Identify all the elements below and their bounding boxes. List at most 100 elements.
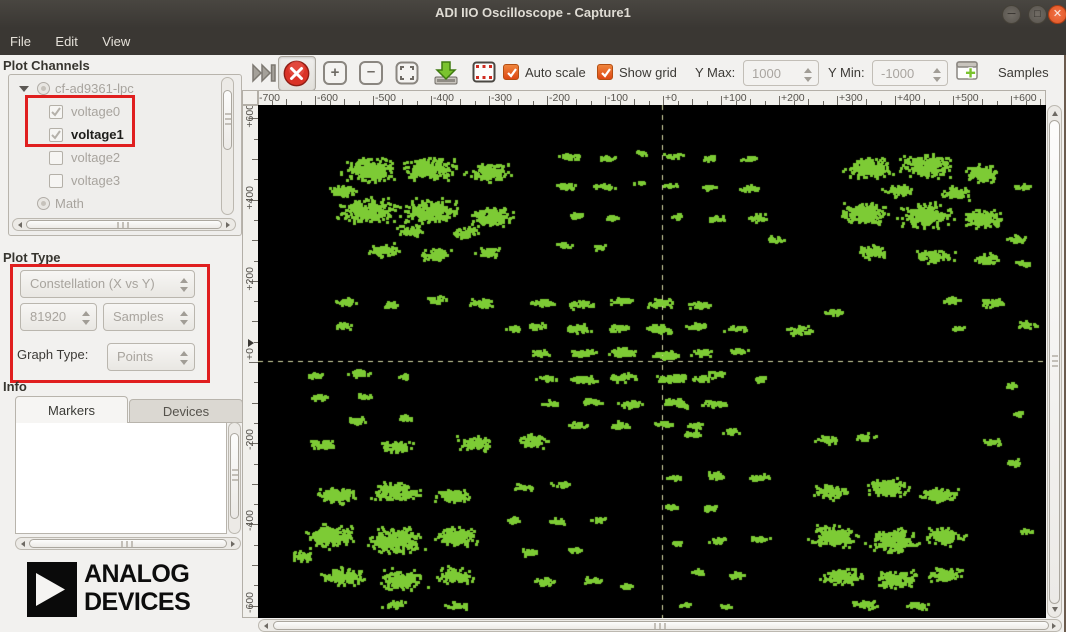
- info-vertical-scrollbar[interactable]: [228, 422, 241, 534]
- y-axis-tick-label: -600: [244, 592, 256, 613]
- scroll-left-icon[interactable]: [18, 222, 22, 228]
- scrollbar-grip: [225, 113, 231, 127]
- display-frame-icon[interactable]: [472, 61, 496, 83]
- x-axis-tick: [605, 96, 606, 105]
- y-max-value: 1000: [752, 66, 781, 81]
- tree-horizontal-scrollbar[interactable]: [12, 218, 236, 231]
- x-axis-tick-label: +200: [781, 92, 805, 104]
- auto-scale-checkbox[interactable]: [503, 64, 519, 80]
- menu-edit[interactable]: Edit: [45, 28, 87, 49]
- math-label: Math: [55, 196, 84, 211]
- plot-type-combo[interactable]: Constellation (X vs Y): [20, 270, 195, 298]
- y-min-spin[interactable]: -1000: [872, 60, 948, 86]
- constellation-plot[interactable]: [258, 105, 1046, 618]
- tree-vertical-scrollbar[interactable]: [221, 77, 234, 215]
- x-axis-tick: [373, 96, 374, 105]
- close-icon: ✕: [1053, 8, 1062, 20]
- y-axis-tick-label: -200: [244, 429, 256, 450]
- analog-devices-logo-mark: [27, 562, 77, 617]
- voltage2-checkbox[interactable]: [49, 151, 63, 165]
- voltage0-label: voltage0: [71, 104, 120, 119]
- sample-unit-combo[interactable]: Samples: [103, 303, 195, 331]
- menu-file[interactable]: File: [0, 28, 41, 49]
- app-window: ADI IIO Oscilloscope - Capture1 ─ □ ✕ Fi…: [0, 0, 1066, 632]
- tree-row-voltage2[interactable]: voltage2: [9, 146, 241, 169]
- x-axis-tick: [547, 96, 548, 105]
- combo-arrows-icon: [180, 276, 189, 294]
- tab-devices[interactable]: Devices: [129, 399, 243, 423]
- device-radio[interactable]: [37, 82, 50, 95]
- spin-arrows-icon: [82, 309, 91, 327]
- scroll-left-icon[interactable]: [264, 623, 268, 629]
- x-axis-tick-label: -400: [433, 92, 454, 104]
- scroll-left-icon[interactable]: [21, 541, 25, 547]
- math-radio[interactable]: [37, 197, 50, 210]
- plot-type-value: Constellation (X vs Y): [30, 276, 155, 291]
- y-ruler: +600+400+200+0-200-400-600: [242, 105, 258, 618]
- tree-row-voltage1[interactable]: voltage1: [9, 123, 241, 146]
- x-axis-tick: [837, 96, 838, 105]
- maximize-icon: □: [1034, 8, 1041, 20]
- graph-type-combo[interactable]: Points: [107, 343, 195, 371]
- info-horizontal-scrollbar[interactable]: [15, 537, 241, 550]
- zoom-in-button[interactable]: +: [323, 61, 347, 85]
- x-axis-tick: [431, 96, 432, 105]
- plot-vertical-scrollbar[interactable]: [1047, 105, 1062, 618]
- tree-row-device[interactable]: cf-ad9361-lpc: [9, 77, 241, 100]
- x-axis-tick-label: +500: [955, 92, 979, 104]
- scroll-right-icon[interactable]: [226, 222, 230, 228]
- x-axis-tick: [721, 96, 722, 105]
- scrollbar-grip: [117, 222, 131, 228]
- menu-bar: File Edit View: [0, 28, 1066, 55]
- title-bar[interactable]: ADI IIO Oscilloscope - Capture1 ─ □ ✕: [0, 0, 1066, 29]
- constellation-canvas[interactable]: [258, 105, 1046, 618]
- check-icon: [50, 129, 62, 141]
- expander-icon[interactable]: [19, 86, 29, 92]
- spin-arrows-icon: [933, 66, 942, 84]
- scroll-right-icon[interactable]: [231, 541, 235, 547]
- markers-info-panel: [15, 422, 227, 534]
- plot-horizontal-scrollbar[interactable]: [258, 619, 1062, 632]
- voltage3-checkbox[interactable]: [49, 174, 63, 188]
- minimize-button[interactable]: ─: [1002, 5, 1021, 24]
- y-axis-tick-label: +600: [244, 105, 256, 128]
- voltage1-label: voltage1: [71, 127, 124, 142]
- voltage1-checkbox[interactable]: [49, 128, 63, 142]
- new-plot-icon[interactable]: [955, 59, 983, 87]
- show-grid-checkbox[interactable]: [597, 64, 613, 80]
- x-axis-tick-label: +0: [665, 92, 677, 104]
- x-axis-tick: [663, 96, 664, 105]
- close-button[interactable]: ✕: [1048, 5, 1066, 24]
- samples-button-label[interactable]: Samples: [998, 65, 1049, 80]
- skip-forward-icon[interactable]: [251, 63, 277, 83]
- zoom-fit-button[interactable]: [395, 61, 419, 85]
- x-axis-tick: [779, 96, 780, 105]
- plot-channels-heading: Plot Channels: [3, 58, 90, 73]
- x-axis-tick-label: +100: [723, 92, 747, 104]
- voltage0-checkbox[interactable]: [49, 105, 63, 119]
- x-axis-tick-label: -600: [317, 92, 338, 104]
- x-axis-tick-label: +600: [1013, 92, 1037, 104]
- maximize-button[interactable]: □: [1028, 5, 1047, 24]
- x-ruler: -700-600-500-400-300-200-100+0+100+200+3…: [258, 90, 1046, 105]
- auto-scale-label: Auto scale: [525, 65, 586, 80]
- scroll-down-icon[interactable]: [1052, 607, 1058, 612]
- zoom-out-button[interactable]: –: [359, 61, 383, 85]
- graph-type-label: Graph Type:: [17, 347, 88, 362]
- save-capture-icon[interactable]: [432, 59, 460, 87]
- menu-view[interactable]: View: [92, 28, 140, 49]
- stop-capture-button[interactable]: [278, 56, 316, 91]
- x-axis-tick-label: -100: [607, 92, 628, 104]
- y-max-spin[interactable]: 1000: [743, 60, 819, 86]
- x-axis-tick: [315, 96, 316, 105]
- tree-row-math[interactable]: Math: [9, 192, 241, 215]
- scroll-right-icon[interactable]: [1052, 623, 1056, 629]
- window-title: ADI IIO Oscilloscope - Capture1: [0, 5, 1066, 20]
- tree-row-voltage3[interactable]: voltage3: [9, 169, 241, 192]
- sample-count-value: 81920: [30, 309, 66, 324]
- tree-row-voltage0[interactable]: voltage0: [9, 100, 241, 123]
- x-axis-tick-label: +400: [897, 92, 921, 104]
- scroll-up-icon[interactable]: [1052, 111, 1058, 116]
- tab-markers[interactable]: Markers: [15, 396, 128, 423]
- sample-count-spin[interactable]: 81920: [20, 303, 97, 331]
